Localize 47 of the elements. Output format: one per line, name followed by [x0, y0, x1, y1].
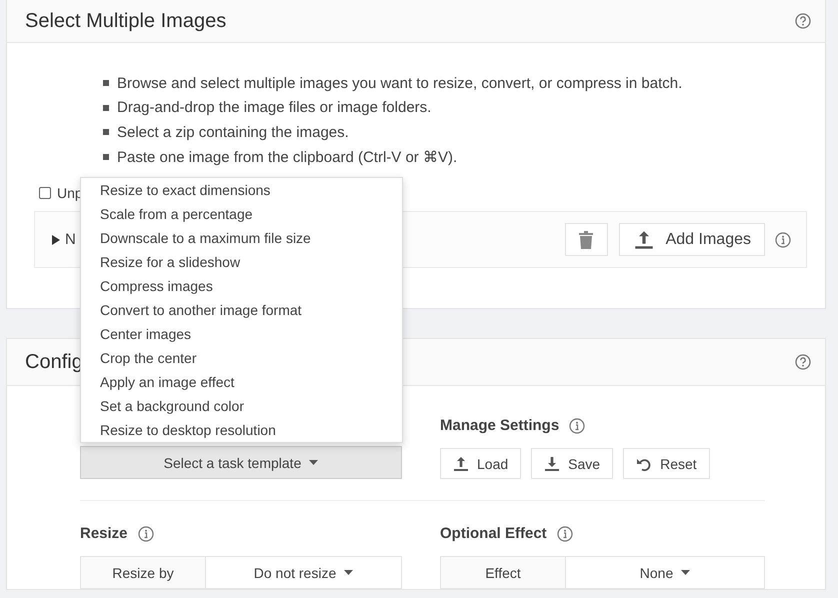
section-label: Optional Effect	[440, 525, 547, 542]
file-list-label: N	[65, 231, 76, 248]
instruction-text: Browse and select multiple images you want to resize, convert, or compress in batch.	[117, 74, 682, 92]
bullet-icon	[103, 129, 109, 136]
load-button[interactable]: Load	[440, 448, 522, 479]
section-label: Resize	[80, 525, 128, 542]
instruction-text: Drag-and-drop the image files or image folders.	[117, 99, 432, 116]
field-label: Resize by	[81, 557, 206, 588]
delete-button[interactable]	[564, 223, 608, 256]
menu-item[interactable]: Apply an image effect	[100, 370, 402, 394]
info-icon[interactable]	[556, 526, 573, 542]
menu-item[interactable]: Center images	[100, 322, 402, 346]
menu-item[interactable]: Convert to another image format	[100, 298, 402, 322]
bullet-icon	[103, 80, 109, 86]
caret-icon	[344, 570, 354, 575]
menu-item[interactable]: Downscale to a maximum file size	[100, 226, 402, 250]
checkbox[interactable]	[39, 187, 51, 199]
menu-item[interactable]: Crop the center	[100, 346, 402, 370]
info-icon[interactable]	[138, 526, 154, 542]
menu-item[interactable]: Resize to exact dimensions	[100, 178, 402, 202]
menu-item[interactable]: Resize for a slideshow	[100, 250, 402, 274]
caret-icon	[681, 570, 690, 575]
instruction-text: Select a zip containing the images.	[117, 124, 349, 141]
menu-item[interactable]: Compress images	[100, 274, 402, 298]
upload-icon	[453, 456, 469, 472]
download-icon	[544, 456, 560, 472]
bullet-icon	[103, 104, 109, 111]
save-button[interactable]: Save	[531, 448, 614, 479]
upload-icon	[634, 230, 654, 250]
section-label: Manage Settings	[440, 417, 560, 434]
help-icon[interactable]	[795, 354, 811, 370]
expand-icon[interactable]	[52, 234, 60, 244]
info-icon[interactable]	[569, 418, 586, 434]
trash-icon	[578, 230, 594, 248]
menu-item[interactable]: Resize to desktop resolution	[100, 418, 402, 442]
instruction-text: Paste one image from the clipboard (Ctrl-V or ⌘V).	[117, 148, 458, 166]
reset-button[interactable]: Reset	[623, 448, 710, 479]
menu-item[interactable]: Scale from a percentage	[100, 202, 402, 226]
bullet-icon	[103, 154, 109, 160]
field-label: Effect	[441, 557, 566, 588]
menu-item[interactable]: Set a background color	[100, 394, 402, 418]
help-icon[interactable]	[795, 13, 811, 29]
caret-icon	[309, 460, 318, 465]
panel-title: Select Multiple Images	[25, 10, 226, 32]
info-icon[interactable]	[775, 232, 791, 248]
add-images-button[interactable]: Add Images	[618, 223, 765, 256]
template-dropdown[interactable]: Select a task template	[80, 446, 402, 479]
